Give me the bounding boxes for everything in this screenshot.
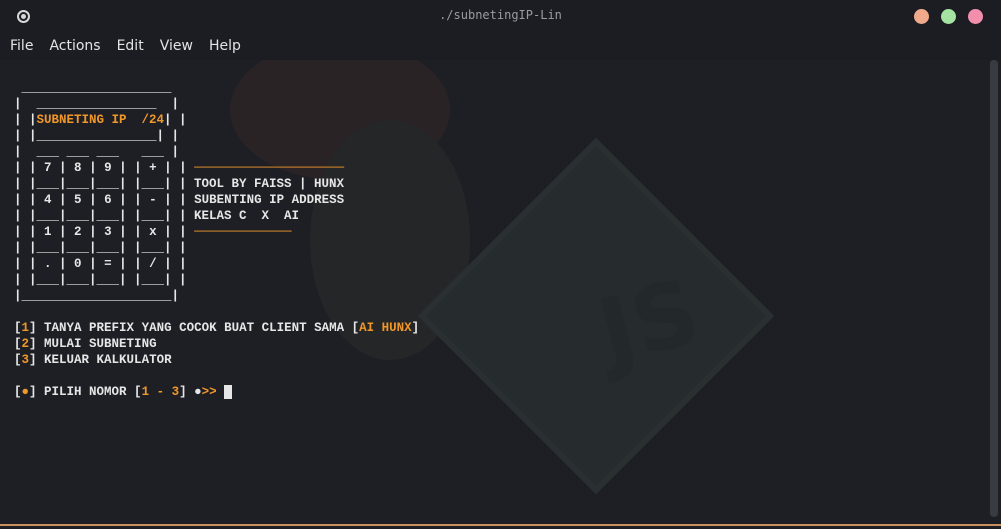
prompt-range: 1 - 3 <box>141 385 180 399</box>
option-3-text: KELUAR KALKULATOR <box>44 353 172 367</box>
info-line-3: KELAS C X AI <box>194 209 300 223</box>
info-line-1: TOOL BY FAISS | HUNX <box>194 177 345 191</box>
window-title: ./subnetingIP-Lin <box>439 8 562 22</box>
prompt-marker: ● <box>21 385 30 399</box>
close-button[interactable] <box>968 9 983 24</box>
terminal-cursor[interactable] <box>224 385 232 399</box>
terminal-output[interactable]: ____________________ | ________________ … <box>14 80 419 400</box>
menu-file[interactable]: File <box>10 38 33 54</box>
menu-actions[interactable]: Actions <box>49 38 100 54</box>
prompt-arrow-dot: ● <box>194 385 202 399</box>
calculator-display: SUBNETING IP /24 <box>36 113 165 127</box>
option-1-highlight: AI HUNX <box>359 321 412 335</box>
prompt-label: PILIH NOMOR [ <box>44 385 142 399</box>
terminal-scrollbar[interactable] <box>990 60 998 517</box>
prompt-arrow: >> <box>201 385 217 399</box>
window-bottom-border <box>0 524 1001 526</box>
option-2-text: MULAI SUBNETING <box>44 337 157 351</box>
info-line-2: SUBENTING IP ADDRESS <box>194 193 345 207</box>
maximize-button[interactable] <box>941 9 956 24</box>
minimize-button[interactable] <box>914 9 929 24</box>
menu-view[interactable]: View <box>160 38 193 54</box>
scrollbar-thumb[interactable] <box>990 60 998 517</box>
title-bar: ./subnetingIP-Lin <box>0 0 1001 32</box>
menu-edit[interactable]: Edit <box>117 38 144 54</box>
menu-bar: File Actions Edit View Help <box>0 32 1001 60</box>
option-1-text: TANYA PREFIX YANG COCOK BUAT CLIENT SAMA… <box>44 321 360 335</box>
menu-help[interactable]: Help <box>209 38 241 54</box>
